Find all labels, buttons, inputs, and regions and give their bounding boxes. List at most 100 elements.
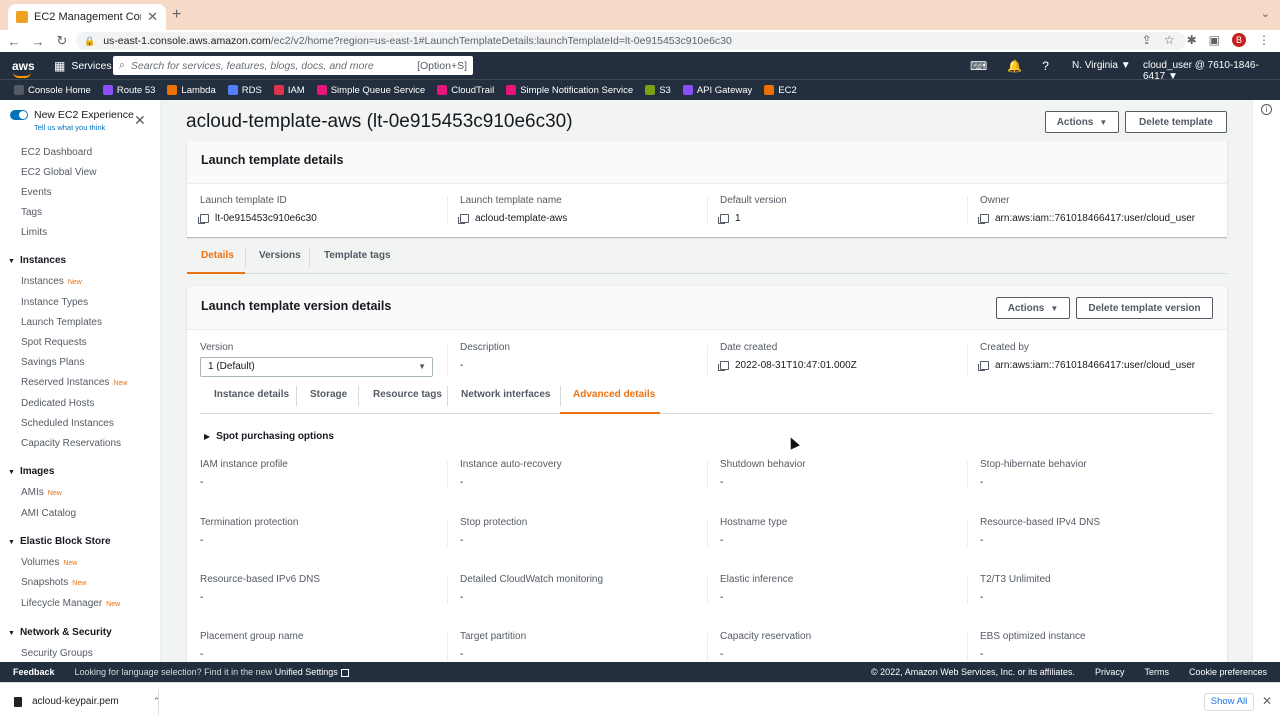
version-actions-button[interactable]: Actions ▼ bbox=[996, 297, 1070, 319]
favorite-9[interactable]: API Gateway bbox=[682, 85, 752, 96]
show-all-downloads-button[interactable]: Show All bbox=[1204, 693, 1254, 711]
unified-settings-link[interactable]: Unified Settings bbox=[275, 667, 338, 677]
tab-instance-details[interactable]: Instance details bbox=[214, 389, 289, 400]
sidebar-item[interactable]: Lifecycle Manager New bbox=[21, 598, 120, 609]
forward-icon[interactable]: → bbox=[28, 34, 48, 49]
tab-versions[interactable]: Versions bbox=[259, 250, 301, 261]
tab-resource-tags[interactable]: Resource tags bbox=[373, 389, 442, 400]
favorite-8[interactable]: S3 bbox=[645, 85, 671, 96]
sidebar-item[interactable]: Spot Requests bbox=[21, 337, 87, 348]
browser-toolbar: ← → ↻ 🔒 us-east-1.console.aws.amazon.com… bbox=[0, 30, 1280, 52]
sidebar-item[interactable]: Capacity Reservations bbox=[21, 438, 121, 449]
new-tab-button[interactable]: + bbox=[172, 6, 181, 24]
divider bbox=[447, 576, 448, 604]
copyright-text: © 2022, Amazon Web Services, Inc. or its… bbox=[871, 667, 1075, 677]
sidebar-item[interactable]: Instances New bbox=[21, 276, 82, 287]
sidebar-section-0[interactable]: ▼ Instances bbox=[8, 255, 66, 266]
extensions-icon[interactable]: ✱ bbox=[1187, 33, 1197, 47]
sidebar-item[interactable]: Volumes New bbox=[21, 557, 77, 568]
browser-tab[interactable]: EC2 Management Console ✕ bbox=[8, 4, 166, 30]
favorite-2[interactable]: Lambda bbox=[167, 85, 216, 96]
template-tabs: Details Versions Template tags bbox=[187, 240, 1227, 274]
sidebar-item[interactable]: Tags bbox=[21, 207, 42, 218]
copy-icon[interactable] bbox=[718, 361, 729, 371]
sidebar-section-1[interactable]: ▼ Images bbox=[8, 466, 54, 477]
tab-network-interfaces[interactable]: Network interfaces bbox=[461, 389, 550, 400]
help-icon[interactable]: ? bbox=[1042, 59, 1049, 73]
tab-template-tags[interactable]: Template tags bbox=[324, 250, 391, 261]
sidebar-item[interactable]: Events bbox=[21, 187, 52, 198]
favorite-0[interactable]: Console Home bbox=[14, 85, 91, 96]
delete-template-button[interactable]: Delete template bbox=[1125, 111, 1227, 133]
sidepanel-icon[interactable]: ▣ bbox=[1209, 33, 1220, 47]
sidebar-item[interactable]: Scheduled Instances bbox=[21, 418, 114, 429]
sidebar-item[interactable]: Dedicated Hosts bbox=[21, 398, 94, 409]
tab-storage[interactable]: Storage bbox=[310, 389, 347, 400]
info-icon[interactable]: i bbox=[1261, 104, 1272, 115]
actions-button[interactable]: Actions ▼ bbox=[1045, 111, 1119, 133]
sidebar-item[interactable]: Reserved Instances New bbox=[21, 377, 127, 388]
favorite-3[interactable]: RDS bbox=[227, 85, 262, 96]
sidebar-section-3[interactable]: ▼ Network & Security bbox=[8, 627, 112, 638]
sidebar-item-label: Reserved Instances bbox=[21, 377, 110, 388]
region-selector[interactable]: N. Virginia ▼ bbox=[1072, 60, 1131, 71]
lock-icon[interactable]: 🔒 bbox=[84, 36, 95, 47]
back-icon[interactable]: ← bbox=[4, 34, 24, 49]
sidebar-item[interactable]: Instance Types bbox=[21, 297, 88, 308]
privacy-link[interactable]: Privacy bbox=[1095, 667, 1125, 677]
bookmark-star-icon[interactable]: ☆ bbox=[1164, 33, 1175, 47]
console-search-input[interactable]: ⌕ Search for services, features, blogs, … bbox=[113, 56, 473, 75]
close-tab-icon[interactable]: ✕ bbox=[147, 9, 158, 25]
terms-link[interactable]: Terms bbox=[1144, 667, 1169, 677]
reload-icon[interactable]: ↻ bbox=[52, 33, 72, 49]
sidebar-item[interactable]: AMIs New bbox=[21, 487, 62, 498]
favorite-10[interactable]: EC2 bbox=[764, 85, 797, 96]
profile-avatar[interactable]: B bbox=[1232, 33, 1246, 47]
version-select[interactable]: 1 (Default) ▼ bbox=[200, 357, 433, 377]
version-select-value: 1 (Default) bbox=[208, 361, 255, 372]
sidebar-item[interactable]: EC2 Dashboard bbox=[21, 147, 92, 158]
address-bar[interactable]: 🔒 us-east-1.console.aws.amazon.com/ec2/v… bbox=[76, 32, 1186, 50]
feedback-link[interactable]: Tell us what you think bbox=[34, 123, 105, 132]
favorite-4[interactable]: IAM bbox=[273, 85, 305, 96]
cookie-preferences-link[interactable]: Cookie preferences bbox=[1189, 667, 1267, 677]
sidebar-item[interactable]: Launch Templates bbox=[21, 317, 102, 328]
tab-details[interactable]: Details bbox=[201, 250, 234, 261]
copy-icon[interactable] bbox=[978, 361, 989, 371]
sidebar-item[interactable]: EC2 Global View bbox=[21, 167, 96, 178]
close-icon[interactable]: ✕ bbox=[134, 112, 146, 129]
divider bbox=[707, 196, 708, 224]
cloudshell-icon[interactable]: ⌨ bbox=[970, 59, 987, 73]
sidebar-item[interactable]: Limits bbox=[21, 227, 47, 238]
sidebar-item[interactable]: Snapshots New bbox=[21, 577, 86, 588]
sidebar-section-2[interactable]: ▼ Elastic Block Store bbox=[8, 536, 111, 547]
favorite-1[interactable]: Route 53 bbox=[102, 85, 155, 96]
chevron-up-icon[interactable]: ⌃ bbox=[153, 696, 161, 707]
advanced-field: Detailed CloudWatch monitoring - bbox=[460, 574, 603, 603]
field-label: Date created bbox=[720, 342, 778, 353]
favorite-5[interactable]: Simple Queue Service bbox=[316, 85, 425, 96]
services-menu[interactable]: ▦ Services bbox=[54, 59, 112, 73]
spot-purchasing-options-expander[interactable]: ▶ Spot purchasing options bbox=[204, 431, 334, 442]
tab-advanced-details[interactable]: Advanced details bbox=[573, 389, 655, 400]
download-item[interactable]: acloud-keypair.pem ⌃ bbox=[14, 696, 160, 707]
aws-logo[interactable]: aws bbox=[12, 59, 40, 78]
tab-search-icon[interactable]: ⌄ bbox=[1261, 7, 1270, 20]
notifications-bell-icon[interactable]: 🔔 bbox=[1007, 59, 1022, 73]
sidebar-item[interactable]: AMI Catalog bbox=[21, 508, 76, 519]
favorite-7[interactable]: Simple Notification Service bbox=[506, 85, 633, 96]
field-label: Detailed CloudWatch monitoring bbox=[460, 574, 604, 585]
feedback-button[interactable]: Feedback bbox=[13, 667, 55, 677]
close-shelf-icon[interactable]: ✕ bbox=[1262, 694, 1272, 708]
new-experience-toggle[interactable] bbox=[10, 110, 28, 120]
browser-menu-icon[interactable]: ⋮ bbox=[1258, 33, 1270, 47]
sidebar-item[interactable]: Savings Plans bbox=[21, 357, 84, 368]
copy-icon[interactable] bbox=[198, 214, 209, 224]
delete-template-version-button[interactable]: Delete template version bbox=[1076, 297, 1213, 319]
favorite-6[interactable]: CloudTrail bbox=[437, 85, 494, 96]
sidebar-item[interactable]: Security Groups bbox=[21, 648, 93, 659]
share-icon[interactable]: ⇪ bbox=[1142, 33, 1152, 47]
copy-icon[interactable] bbox=[978, 214, 989, 224]
copy-icon[interactable] bbox=[458, 214, 469, 224]
copy-icon[interactable] bbox=[718, 214, 729, 224]
